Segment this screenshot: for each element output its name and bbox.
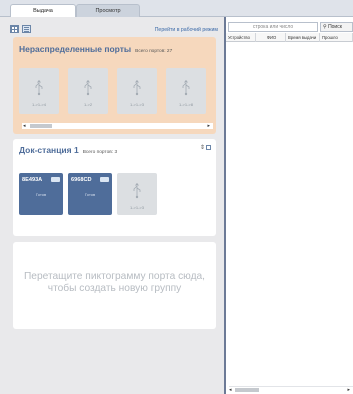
battery-icon [100, 177, 109, 182]
tab-issue[interactable]: Выдача [10, 4, 76, 17]
device-name: 6968CD [71, 177, 92, 183]
scroll-left-arrow-icon[interactable]: ◂ [229, 387, 232, 393]
port-tile[interactable]: 1->1->8 [166, 68, 206, 114]
work-mode-link[interactable]: Перейти в рабочий режим [155, 27, 218, 33]
dock-station-title: Док-станция 1 Всего портов: 3 [19, 145, 117, 155]
dock-controls: ⇕ [200, 144, 212, 151]
dropzone-hint: Перетащите пиктограмму порта сюда, чтобы… [0, 271, 229, 295]
dock-station-heading: Док-станция 1 [19, 145, 79, 155]
unassigned-ports-title: Нераспределенные порты Всего портов: 27 [19, 44, 172, 54]
issued-devices-panel [226, 17, 353, 394]
dropzone-text-wrapper: Перетащите пиктограмму порта сюда, чтобы… [13, 242, 216, 329]
scroll-right-arrow-icon[interactable]: ▸ [347, 387, 350, 393]
dropzone-hint-line2: чтобы создать новую группу [47, 283, 182, 294]
table-header: Устройство ФИО Время выдачи Прошло [226, 33, 353, 42]
scroll-right-arrow-icon[interactable]: ▸ [207, 123, 210, 129]
port-label: 1->1->3 [129, 205, 144, 210]
port-tile[interactable]: 1->1->3 [117, 173, 157, 215]
unassigned-ports-count: Всего портов: 27 [135, 49, 173, 54]
port-tile[interactable]: 1->1->4 [19, 68, 59, 114]
port-tile[interactable]: 1->2 [68, 68, 108, 114]
sort-arrows-icon[interactable]: ⇕ [200, 145, 205, 151]
tiles-view-icon[interactable] [10, 25, 19, 33]
device-tile[interactable]: 8E493A Готов [19, 173, 63, 215]
battery-icon [51, 177, 60, 182]
usb-icon [35, 80, 43, 96]
search-button[interactable]: ⚲ Поиск [320, 22, 353, 32]
device-state: Готов [84, 192, 96, 197]
device-state: Готов [35, 192, 47, 197]
dock-station-count: Всего портов: 3 [82, 150, 118, 155]
column-device[interactable]: Устройство [226, 33, 256, 42]
port-label: 1->1->8 [178, 102, 193, 107]
search-button-label: Поиск [328, 24, 342, 30]
tab-bar: Выдача Просмотр [0, 0, 353, 17]
list-view-icon[interactable] [22, 25, 31, 33]
usb-icon [84, 80, 92, 96]
unassigned-ports-heading: Нераспределенные порты [19, 44, 132, 54]
table-horizontal-scrollbar[interactable]: ◂ ▸ [229, 386, 353, 393]
collapse-icon[interactable] [206, 144, 212, 150]
usb-icon [133, 80, 141, 96]
search-icon: ⚲ [323, 24, 327, 30]
device-tile[interactable]: 6968CD Готов [68, 173, 112, 215]
usb-icon [182, 80, 190, 96]
scroll-left-arrow-icon[interactable]: ◂ [23, 123, 26, 129]
column-issue-time[interactable]: Время выдачи [286, 33, 320, 42]
ports-horizontal-scrollbar[interactable]: ◂ ▸ [22, 123, 213, 129]
column-fullname[interactable]: ФИО [256, 33, 286, 42]
port-label: 1->1->4 [31, 102, 46, 107]
scrollbar-thumb[interactable] [30, 124, 52, 128]
device-name: 8E493A [22, 177, 43, 183]
port-tile[interactable]: 1->1->3 [117, 68, 157, 114]
port-label: 1->1->3 [129, 102, 144, 107]
dropzone-hint-line1: Перетащите пиктограмму порта сюда, [23, 271, 206, 282]
column-elapsed[interactable]: Прошло [320, 33, 353, 42]
port-label: 1->2 [83, 102, 93, 107]
scrollbar-thumb[interactable] [235, 388, 259, 392]
usb-icon [133, 183, 141, 199]
tab-view[interactable]: Просмотр [76, 4, 140, 17]
